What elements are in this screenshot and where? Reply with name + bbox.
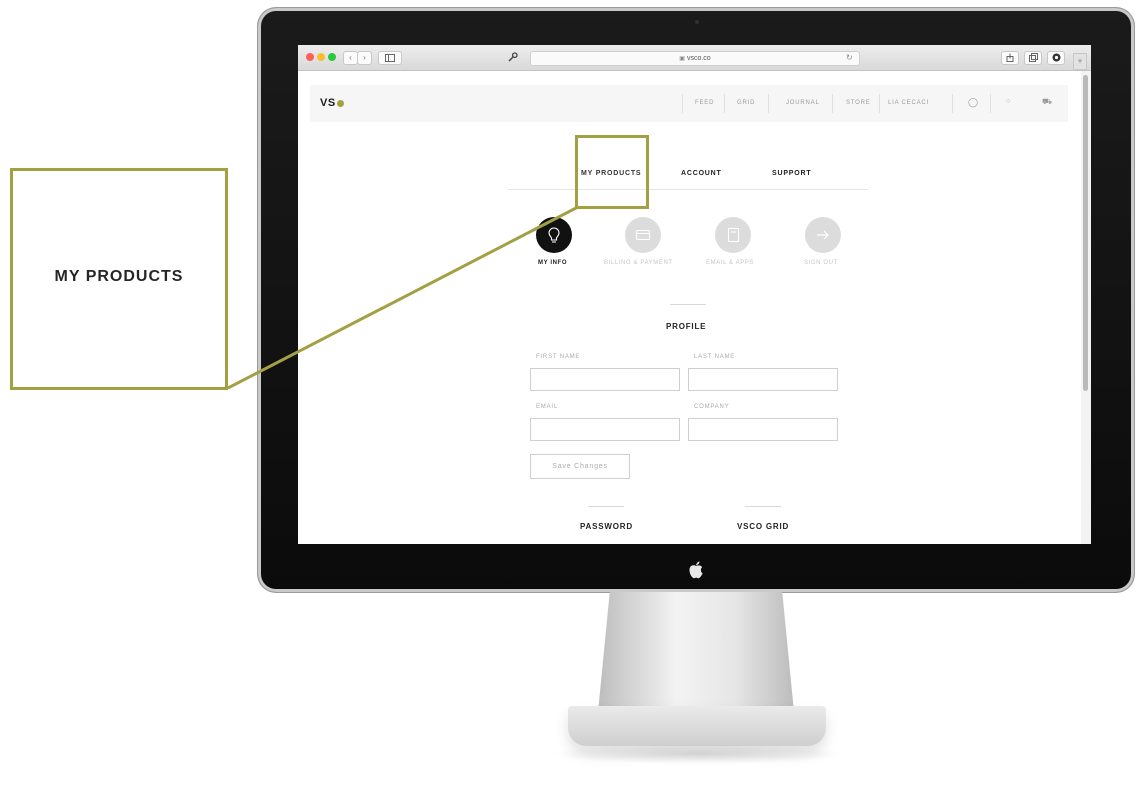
my-info-button[interactable]: [536, 217, 572, 253]
company-label: COMPANY: [694, 404, 730, 410]
email-label: EMAIL: [536, 404, 559, 410]
loading-icon: ○: [1006, 98, 1011, 105]
section-rule: [588, 506, 624, 507]
callout-label: MY PRODUCTS: [54, 268, 184, 285]
tools-button[interactable]: [503, 51, 523, 63]
extension-icon: [1052, 53, 1060, 62]
back-icon: ‹: [349, 53, 352, 62]
tabs-divider: [508, 189, 868, 190]
browser-toolbar: ‹ › ▣ vsco.co ↻ +: [298, 45, 1091, 71]
billing-payment-button[interactable]: [625, 217, 661, 253]
first-name-label: FIRST NAME: [536, 354, 581, 360]
address-text: vsco.co: [686, 55, 711, 62]
section-rule: [670, 304, 706, 305]
tabs-button[interactable]: [1024, 51, 1042, 65]
address-bar[interactable]: ▣ vsco.co: [530, 51, 860, 66]
lock-icon: ▣: [679, 56, 685, 62]
email-field[interactable]: [530, 418, 680, 441]
reload-icon[interactable]: ↻: [846, 51, 853, 64]
password-title: PASSWORD: [580, 522, 633, 531]
document-icon: [727, 228, 739, 242]
plus-icon: +: [1077, 56, 1083, 66]
extension-button[interactable]: [1047, 51, 1065, 65]
section-rule: [745, 506, 781, 507]
nav-divider: [682, 94, 683, 113]
last-name-field[interactable]: [688, 368, 838, 391]
save-changes-button[interactable]: Save Changes: [530, 454, 630, 479]
camera-dot: [695, 20, 699, 24]
monitor-stand: [598, 592, 794, 712]
sign-out-button[interactable]: [805, 217, 841, 253]
apple-logo-icon: [689, 561, 703, 579]
billing-payment-label: BILLING & PAYMENT: [604, 260, 673, 266]
forward-icon: ›: [363, 53, 366, 62]
vsco-grid-title: VSCO GRID: [737, 522, 790, 531]
share-button[interactable]: [1001, 51, 1019, 65]
back-button[interactable]: ‹: [343, 51, 358, 65]
email-apps-button[interactable]: [715, 217, 751, 253]
last-name-label: LAST NAME: [694, 354, 736, 360]
site-header: VS FEED GRID JOURNAL STORE LIA CECACI ◯ …: [310, 85, 1068, 122]
nav-store[interactable]: STORE: [846, 100, 871, 106]
sign-out-label: SIGN OUT: [804, 260, 838, 266]
scrollbar-thumb[interactable]: [1083, 75, 1088, 391]
tabs-icon: [1028, 53, 1038, 62]
company-field[interactable]: [688, 418, 838, 441]
credit-card-icon: [636, 230, 650, 240]
tab-account[interactable]: ACCOUNT: [681, 170, 722, 177]
nav-feed[interactable]: FEED: [695, 100, 714, 106]
sidebar-icon: [385, 54, 395, 62]
close-window-button[interactable]: [306, 53, 314, 61]
profile-title: PROFILE: [666, 322, 707, 331]
lightbulb-icon: [548, 227, 560, 243]
browser-window: ‹ › ▣ vsco.co ↻ + VS FEED GRID JOURNAL S…: [298, 45, 1091, 544]
logo-badge-icon: [336, 99, 344, 107]
arrow-right-icon: [817, 230, 829, 240]
sidebar-button[interactable]: [378, 51, 402, 65]
email-apps-label: EMAIL & APPS: [706, 260, 754, 266]
wrench-icon: [508, 52, 518, 62]
logo-text: VS: [320, 97, 336, 109]
cart-icon[interactable]: ⛟: [1042, 97, 1052, 107]
nav-journal[interactable]: JOURNAL: [786, 100, 820, 106]
nav-user[interactable]: LIA CECACI: [888, 100, 929, 106]
forward-button[interactable]: ›: [357, 51, 372, 65]
monitor-stand-base: [568, 706, 826, 746]
nav-grid[interactable]: GRID: [737, 100, 755, 106]
nav-divider: [879, 94, 880, 113]
new-tab-button[interactable]: +: [1073, 53, 1087, 70]
nav-divider: [832, 94, 833, 113]
zoom-window-button[interactable]: [328, 53, 336, 61]
nav-divider: [990, 94, 991, 113]
nav-divider: [952, 94, 953, 113]
profile-icon[interactable]: ◯: [968, 97, 978, 108]
nav-divider: [768, 94, 769, 113]
nav-divider: [724, 94, 725, 113]
vsco-logo[interactable]: VS: [320, 97, 344, 109]
share-icon: [1006, 53, 1014, 62]
stand-shadow: [548, 744, 848, 764]
my-products-highlight: [575, 135, 649, 209]
my-info-label: MY INFO: [538, 260, 568, 266]
tab-support[interactable]: SUPPORT: [772, 170, 811, 177]
first-name-field[interactable]: [530, 368, 680, 391]
minimize-window-button[interactable]: [317, 53, 325, 61]
